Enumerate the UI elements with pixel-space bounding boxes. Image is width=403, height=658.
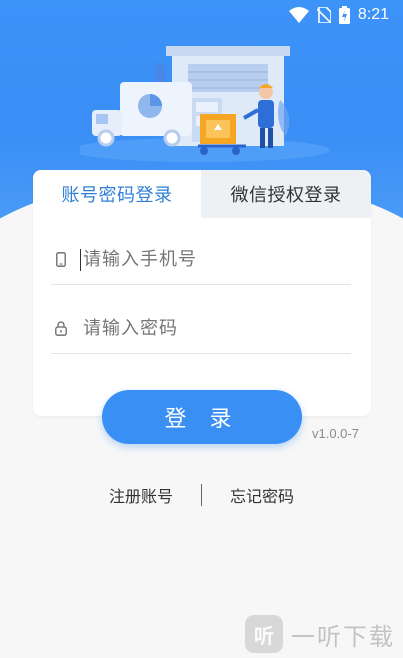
account-links: 注册账号 忘记密码 bbox=[0, 482, 403, 508]
forgot-password-link[interactable]: 忘记密码 bbox=[228, 483, 296, 507]
login-tabs: 账号密码登录 微信授权登录 bbox=[33, 170, 371, 218]
wifi-icon bbox=[288, 7, 309, 23]
no-sim-icon bbox=[316, 7, 331, 23]
status-time: 8:21 bbox=[357, 6, 389, 23]
link-divider bbox=[201, 484, 202, 506]
lock-icon bbox=[53, 320, 69, 336]
tab-account-password[interactable]: 账号密码登录 bbox=[33, 170, 201, 218]
login-button[interactable]: 登 录 bbox=[102, 390, 302, 444]
watermark-text: 一听下载 bbox=[291, 622, 395, 651]
warehouse-delivery-illustration bbox=[80, 46, 330, 162]
register-link[interactable]: 注册账号 bbox=[107, 483, 175, 507]
status-bar: 8:21 bbox=[0, 0, 403, 30]
tab-wechat-auth[interactable]: 微信授权登录 bbox=[201, 170, 371, 218]
phone-icon bbox=[53, 251, 69, 267]
watermark: 听 一听下载 bbox=[245, 614, 395, 654]
login-card: 账号密码登录 微信授权登录 bbox=[33, 170, 371, 416]
password-field[interactable] bbox=[51, 303, 351, 354]
text-cursor bbox=[80, 249, 81, 271]
phone-input[interactable] bbox=[81, 247, 345, 271]
watermark-logo: 听 bbox=[245, 615, 283, 653]
battery-charging-icon bbox=[338, 6, 350, 24]
password-input[interactable] bbox=[81, 316, 345, 340]
phone-field[interactable] bbox=[51, 234, 351, 285]
version-label: v1.0.0-7 bbox=[312, 426, 359, 441]
